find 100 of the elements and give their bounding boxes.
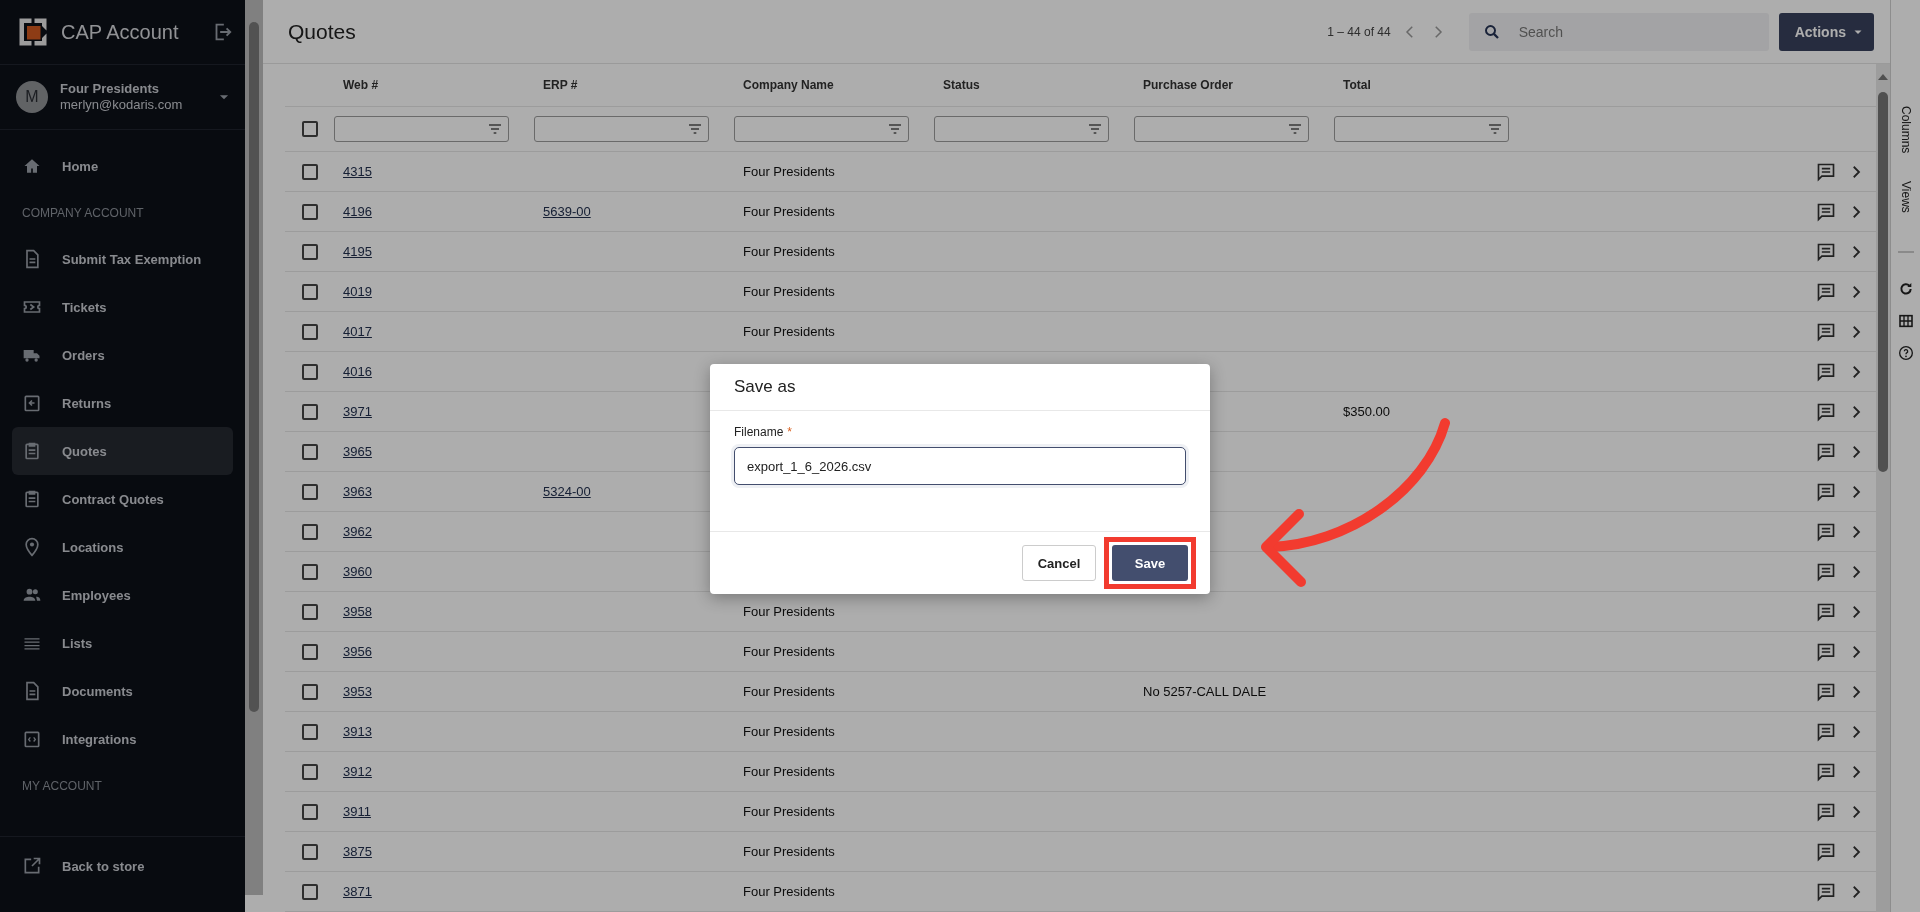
quote-link[interactable]: 3963 [343,484,372,499]
comment-icon[interactable] [1816,441,1836,462]
sidebar-item[interactable]: Documents [12,667,233,715]
comment-icon[interactable] [1816,321,1836,342]
comment-icon[interactable] [1816,561,1836,582]
quote-link[interactable]: 3912 [343,764,372,779]
filter-icon[interactable] [887,121,903,137]
checkbox[interactable] [301,203,318,220]
sidebar-item[interactable]: Locations [12,523,233,571]
quote-link[interactable]: 4196 [343,204,372,219]
comment-icon[interactable] [1816,241,1836,262]
comment-icon[interactable] [1816,601,1836,622]
quote-link[interactable]: 4017 [343,324,372,339]
comment-icon[interactable] [1816,361,1836,382]
scrollbar[interactable] [1876,64,1890,912]
comment-icon[interactable] [1816,521,1836,542]
comment-icon[interactable] [1816,401,1836,422]
quote-link[interactable]: 3871 [343,884,372,899]
sidebar-item[interactable]: Integrations [12,715,233,763]
quote-link[interactable]: 4315 [343,164,372,179]
checkbox[interactable] [301,883,318,900]
quote-link[interactable]: 3911 [343,804,371,819]
filename-field[interactable]: export_1_6_2026.csv [734,447,1186,485]
grid-icon[interactable] [1897,313,1914,330]
checkbox[interactable] [301,603,318,620]
filter-icon[interactable] [687,121,703,137]
filter-field[interactable] [734,116,909,142]
quote-link[interactable]: 5324-00 [543,484,591,499]
quote-link[interactable]: 3960 [343,564,372,579]
filter-icon[interactable] [1087,121,1103,137]
quote-link[interactable]: 4019 [343,284,372,299]
filter-field[interactable] [1334,116,1509,142]
checkbox[interactable] [301,723,318,740]
filter-icon[interactable] [1287,121,1303,137]
filter-icon[interactable] [1487,121,1503,137]
quote-link[interactable]: 5639-00 [543,204,591,219]
comment-icon[interactable] [1816,761,1836,782]
filter-field[interactable] [334,116,509,142]
sidebar-item[interactable]: Home [12,142,233,190]
filter-icon[interactable] [487,121,503,137]
comment-icon[interactable] [1816,161,1836,182]
sidebar-item[interactable]: Tickets [12,283,233,331]
quote-link[interactable]: 3965 [343,444,372,459]
quote-link[interactable]: 3913 [343,724,372,739]
checkbox[interactable] [301,323,318,340]
comment-icon[interactable] [1816,881,1836,902]
sidebar-item[interactable]: Lists [12,619,233,667]
save-button[interactable]: Save [1112,545,1188,581]
sidebar-item[interactable]: Contract Quotes [12,475,233,523]
comment-icon[interactable] [1816,641,1836,662]
checkbox[interactable] [301,643,318,660]
quote-link[interactable]: 3958 [343,604,372,619]
checkbox[interactable] [301,563,318,580]
comment-icon[interactable] [1816,681,1836,702]
checkbox[interactable] [301,121,318,137]
filter-field[interactable] [534,116,709,142]
checkbox[interactable] [301,163,318,180]
column-header[interactable]: Total [1334,78,1371,92]
cancel-button[interactable]: Cancel [1022,545,1096,581]
side-tab[interactable]: Columns [1898,106,1913,154]
quote-link[interactable]: 3971 [343,404,372,419]
comment-icon[interactable] [1816,201,1836,222]
sidebar-item[interactable]: Orders [12,331,233,379]
sidebar-item[interactable]: Quotes [12,427,233,475]
sidebar-item[interactable]: Submit Tax Exemption [12,235,233,283]
quote-link[interactable]: 4016 [343,364,372,379]
help-icon[interactable] [1897,345,1914,362]
column-header[interactable]: ERP # [534,78,578,92]
refresh-icon[interactable] [1897,281,1914,298]
checkbox[interactable] [301,443,318,460]
sidebar-item[interactable]: Employees [12,571,233,619]
account-switcher[interactable]: M Four Presidents merlyn@kodaris.com [0,65,245,130]
checkbox[interactable] [301,243,318,260]
column-header[interactable]: Status [934,78,980,92]
quote-link[interactable]: 3962 [343,524,372,539]
checkbox[interactable] [301,363,318,380]
checkbox[interactable] [301,803,318,820]
checkbox[interactable] [301,763,318,780]
comment-icon[interactable] [1816,281,1836,302]
filter-field[interactable] [934,116,1109,142]
sidebar-item[interactable]: Returns [12,379,233,427]
quote-link[interactable]: 3956 [343,644,372,659]
quote-link[interactable]: 3875 [343,844,372,859]
checkbox[interactable] [301,843,318,860]
checkbox[interactable] [301,483,318,500]
column-header[interactable]: Purchase Order [1134,78,1234,92]
filter-field[interactable] [1134,116,1309,142]
quote-link[interactable]: 3953 [343,684,372,699]
comment-icon[interactable] [1816,841,1836,862]
actions-button[interactable]: Actions [1778,12,1874,51]
checkbox[interactable] [301,283,318,300]
comment-icon[interactable] [1816,481,1836,502]
scrollbar[interactable] [245,0,263,895]
checkbox[interactable] [301,523,318,540]
column-header[interactable]: Web # [334,78,379,92]
search-field[interactable]: Search [1468,12,1769,51]
comment-icon[interactable] [1816,801,1836,822]
side-tab[interactable]: Views [1898,181,1913,214]
column-header[interactable]: Company Name [734,78,834,92]
comment-icon[interactable] [1816,721,1836,742]
